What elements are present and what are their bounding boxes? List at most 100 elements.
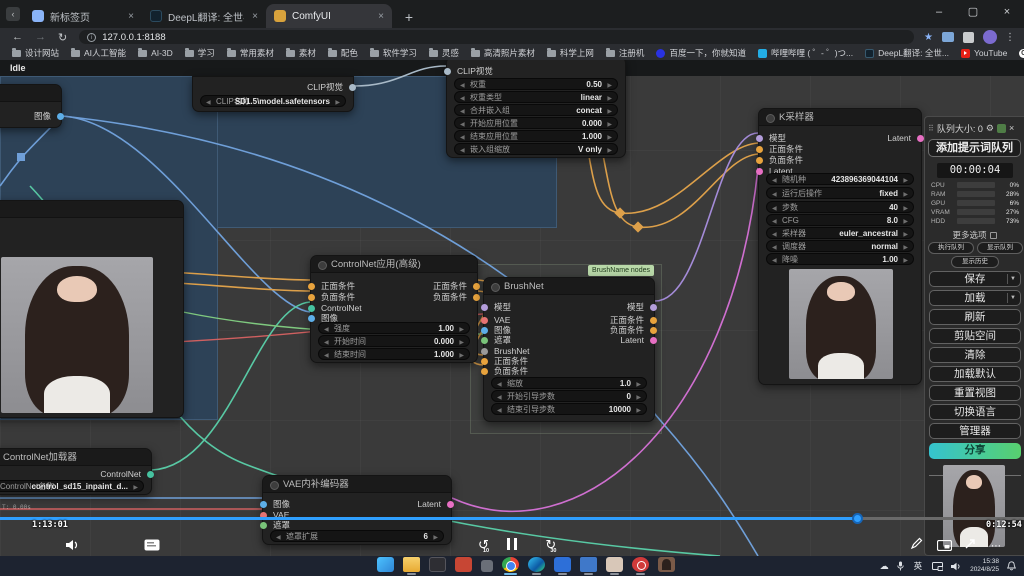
more-options-icon[interactable]: ⋯ [991, 541, 1002, 552]
group-label[interactable]: BrushName nodes [588, 265, 654, 276]
slot-dot[interactable] [481, 327, 488, 334]
bookmark-folder[interactable]: 配色 [328, 47, 358, 59]
slot-dot[interactable] [57, 113, 64, 120]
tab-deepl[interactable]: DeepL翻译: 全世界最准确的... × [142, 4, 266, 28]
refresh-button[interactable]: 刷新 [929, 309, 1021, 325]
video-progress-handle[interactable] [852, 513, 863, 524]
bookmark-folder[interactable]: 学习 [185, 47, 215, 59]
slot-dot[interactable] [473, 294, 480, 301]
widget-grow-mask[interactable]: 遮罩扩展6 [270, 530, 444, 542]
edge-icon[interactable] [528, 557, 545, 572]
input-negative[interactable]: 负面条件 [321, 292, 355, 303]
input-image[interactable]: 图像 [273, 499, 290, 510]
node-title[interactable]: ControlNet加载器 [0, 449, 151, 466]
node-title[interactable]: ControlNet应用(高级) [311, 256, 477, 273]
output-latent[interactable]: Latent [417, 499, 441, 510]
node-controlnet-loader[interactable]: ControlNet加载器 ControlNet ControlNet名称con… [0, 448, 152, 495]
node-title[interactable] [0, 85, 61, 102]
clipspace-button[interactable]: 剪贴空间 [929, 328, 1021, 344]
widget-end-percent[interactable]: 结束时间1.000 [318, 348, 470, 360]
bookmark-folder[interactable]: 素材 [286, 47, 316, 59]
fullscreen-expand-icon[interactable] [964, 537, 977, 555]
slot-dot[interactable] [447, 501, 454, 508]
widget-weight[interactable]: 权重0.50 [454, 78, 618, 90]
bookmark-youtube[interactable]: YouTube [961, 48, 1007, 58]
tab-close-icon[interactable]: × [370, 11, 384, 22]
reload-icon[interactable]: ↻ [58, 31, 67, 44]
output-model[interactable]: 模型 [627, 302, 644, 313]
slot-dot[interactable] [481, 304, 488, 311]
node-title[interactable] [0, 201, 183, 218]
output-negative[interactable]: 负面条件 [433, 292, 467, 303]
drag-handle-icon[interactable]: ⠿ [928, 124, 934, 133]
widget-start-at[interactable]: 开始应用位置0.000 [454, 117, 618, 129]
widget-combine-embeds[interactable]: 合并嵌入组concat [454, 104, 618, 116]
chevron-down-icon[interactable]: ▼ [1007, 293, 1018, 303]
slot-dot[interactable] [481, 368, 488, 375]
bookmark-folder[interactable]: 注册机 [606, 47, 645, 59]
widget-embeds-scaling[interactable]: 嵌入组缩放V only [454, 143, 618, 155]
widget-end-at[interactable]: 结束应用位置1.000 [454, 130, 618, 142]
input-positive[interactable]: 正面条件 [769, 144, 803, 155]
slot-dot[interactable] [481, 348, 488, 355]
forward-30-icon[interactable]: ↻30 [545, 537, 556, 552]
share-button[interactable]: 分享 [929, 443, 1021, 459]
show-history-button[interactable]: 显示历史 [951, 256, 999, 268]
widget-sampler[interactable]: 采样器euler_ancestral [766, 227, 914, 239]
start-button-icon[interactable] [377, 557, 394, 572]
pencil-edit-icon[interactable] [910, 537, 923, 555]
show-queue-button[interactable]: 显示队列 [977, 242, 1023, 254]
slot-dot[interactable] [650, 317, 657, 324]
manager-button[interactable]: 管理器 [929, 423, 1021, 439]
folder-app-icon[interactable] [580, 557, 597, 572]
input-mask[interactable]: 遮罩 [494, 335, 511, 346]
node-ksampler[interactable]: K采样器 模型 正面条件 负面条件 Latent Latent 随机种42389… [758, 108, 922, 385]
settings-gear-icon[interactable]: ⚙ [986, 123, 994, 134]
tab-newtab[interactable]: 新标签页 × [24, 4, 142, 28]
node-controlnet-apply[interactable]: ControlNet应用(高级) 正面条件 负面条件 ControlNet 图像… [310, 255, 478, 363]
red-app-icon[interactable] [455, 557, 472, 572]
widget-scale[interactable]: 缩放1.0 [491, 377, 647, 389]
widget-seed[interactable]: 随机种423896369044104 [766, 173, 914, 185]
bookmark-folder[interactable]: 常用素材 [227, 47, 274, 59]
new-tab-button[interactable]: + [398, 6, 420, 28]
bookmark-folder[interactable]: 科学上网 [547, 47, 594, 59]
extensions-icon[interactable] [963, 32, 974, 43]
photo-app-icon[interactable] [606, 557, 623, 572]
node-brushnet[interactable]: BrushNet 模型 VAE 图像 遮罩 BrushNet 正面条件 负面条件… [483, 277, 655, 422]
cast-screen-icon[interactable] [932, 562, 943, 571]
output-latent[interactable]: Latent [620, 335, 644, 346]
back-icon[interactable]: ← [12, 31, 23, 43]
tab-close-icon[interactable]: × [244, 11, 258, 22]
slot-dot[interactable] [349, 84, 356, 91]
address-bar[interactable]: i 127.0.0.1:8188 [79, 30, 914, 44]
slot-dot[interactable] [756, 146, 763, 153]
slot-dot[interactable] [481, 337, 488, 344]
widget-steps[interactable]: 步数40 [766, 201, 914, 213]
output-clip-vision[interactable]: CLIP视觉 [307, 82, 343, 93]
profile-avatar[interactable] [983, 30, 997, 44]
reset-view-button[interactable]: 重置视图 [929, 385, 1021, 401]
switch-language-button[interactable]: 切换语言 [929, 404, 1021, 420]
media-control-icon[interactable] [942, 32, 954, 42]
slot-dot[interactable] [650, 327, 657, 334]
chrome-icon[interactable] [502, 557, 519, 572]
url-text[interactable]: 127.0.0.1:8188 [102, 32, 165, 43]
node-clip-vision-loader[interactable]: CLIP视觉 CLIP名称SD1.5\model.safetensors [192, 76, 354, 112]
extra-options-toggle[interactable]: 更多选项 [925, 229, 1024, 241]
minimize-button[interactable]: – [922, 0, 956, 26]
widget-controlnet-name[interactable]: ControlNet名称control_sd15_inpaint_d... [0, 480, 144, 492]
slot-dot[interactable] [308, 315, 315, 322]
maximize-button[interactable]: ▢ [956, 0, 990, 26]
avatar-app-icon[interactable] [658, 557, 675, 572]
node-title[interactable]: K采样器 [759, 109, 921, 126]
widget-strength[interactable]: 强度1.00 [318, 322, 470, 334]
save-button[interactable]: 保存▼ [929, 271, 1021, 287]
image-feed-icon[interactable] [997, 124, 1006, 133]
node-image-source[interactable]: 图像 [0, 84, 62, 128]
dark-app-icon[interactable] [429, 557, 446, 572]
run-queue-button[interactable]: 执行队列 [928, 242, 974, 254]
bookmark-deepl[interactable]: DeepL翻译: 全世... [865, 47, 949, 59]
slot-dot[interactable] [260, 522, 267, 529]
node-vae-inpaint-encode[interactable]: VAE内补编码器 图像 VAE 遮罩 Latent 遮罩扩展6 [262, 475, 452, 545]
